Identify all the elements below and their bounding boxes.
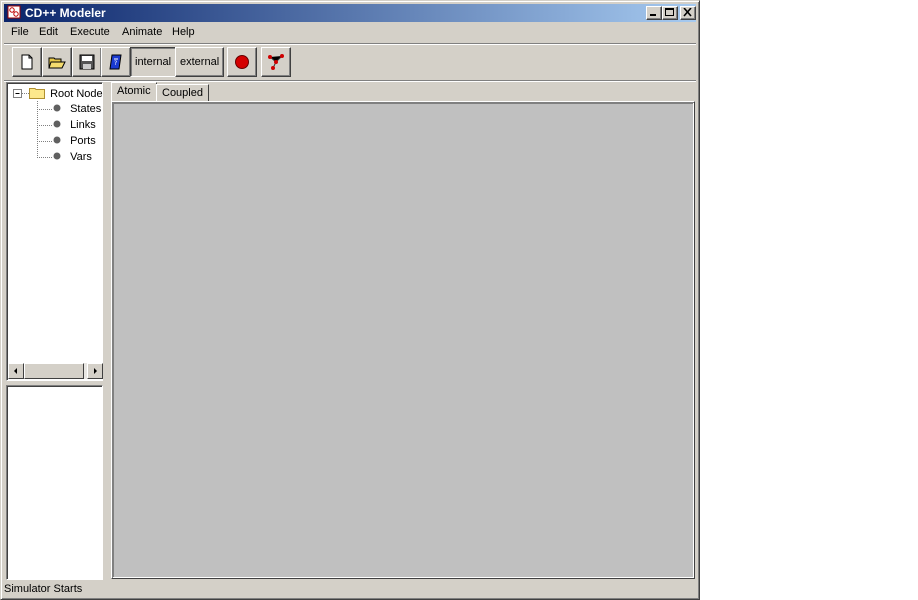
close-button[interactable] bbox=[680, 6, 696, 20]
svg-text:?: ? bbox=[114, 60, 117, 67]
blue-book-icon: ? bbox=[109, 54, 122, 70]
new-button[interactable] bbox=[12, 47, 42, 77]
left-panel: Root Node States Links Ports Vars bbox=[6, 82, 103, 580]
model-tree[interactable]: Root Node States Links Ports Vars bbox=[6, 82, 103, 381]
tree-root-label: Root Node bbox=[50, 88, 103, 100]
app-logo-icon bbox=[7, 5, 21, 19]
maximize-icon bbox=[665, 8, 674, 16]
tree-item-states[interactable]: States bbox=[53, 103, 101, 115]
toolbar-divider bbox=[4, 80, 696, 82]
menu-execute[interactable]: Execute bbox=[66, 26, 114, 38]
record-button[interactable] bbox=[227, 47, 257, 77]
open-folder-icon bbox=[48, 57, 66, 69]
bullet-icon bbox=[53, 104, 61, 112]
tree-item-label: Links bbox=[70, 119, 96, 131]
tab-atomic[interactable]: Atomic bbox=[111, 82, 157, 103]
bullet-icon bbox=[53, 152, 61, 160]
toolbar: ? internal external bbox=[4, 43, 696, 80]
minimize-button[interactable] bbox=[646, 6, 662, 20]
tree-horizontal-scrollbar[interactable] bbox=[8, 363, 103, 379]
arrow-right-icon bbox=[94, 368, 97, 374]
tree-item-label: Vars bbox=[70, 151, 92, 163]
new-file-icon bbox=[21, 54, 33, 70]
minimize-icon bbox=[650, 14, 656, 16]
save-disk-icon bbox=[79, 54, 95, 70]
tree-item-ports[interactable]: Ports bbox=[53, 135, 96, 147]
open-button[interactable] bbox=[42, 47, 72, 77]
tree-item-links[interactable]: Links bbox=[53, 119, 96, 131]
maximize-button[interactable] bbox=[662, 6, 678, 20]
tree-root-node[interactable]: Root Node bbox=[29, 86, 103, 100]
menu-animate[interactable]: Animate bbox=[118, 26, 166, 38]
tree-item-vars[interactable]: Vars bbox=[53, 151, 92, 163]
tree-item-label: States bbox=[70, 103, 102, 115]
scroll-left-button[interactable] bbox=[8, 363, 24, 379]
menu-bar: File Edit Execute Animate Help bbox=[4, 24, 696, 42]
bullet-icon bbox=[53, 120, 61, 128]
tree-item-label: Ports bbox=[70, 135, 96, 147]
folder-icon bbox=[29, 88, 45, 99]
red-circle-icon bbox=[235, 55, 249, 69]
book-button[interactable]: ? bbox=[101, 47, 131, 77]
arrow-left-icon bbox=[14, 368, 17, 374]
close-icon bbox=[683, 8, 692, 17]
model-canvas[interactable] bbox=[111, 101, 695, 579]
menu-file[interactable]: File bbox=[7, 26, 33, 38]
save-button[interactable] bbox=[72, 47, 102, 77]
link-graph-icon bbox=[268, 54, 284, 70]
app-window: CD++ Modeler File Edit Execute Animate H… bbox=[0, 0, 700, 600]
bullet-icon bbox=[53, 136, 61, 144]
properties-pane[interactable] bbox=[6, 385, 103, 580]
internal-toggle[interactable]: internal bbox=[130, 47, 177, 77]
link-button[interactable] bbox=[261, 47, 291, 77]
scroll-thumb[interactable] bbox=[24, 363, 84, 379]
scroll-right-button[interactable] bbox=[87, 363, 103, 379]
title-bar[interactable]: CD++ Modeler bbox=[4, 4, 696, 22]
window-title: CD++ Modeler bbox=[25, 6, 106, 20]
status-bar: Simulator Starts bbox=[4, 583, 83, 595]
menu-edit[interactable]: Edit bbox=[35, 26, 62, 38]
external-toggle[interactable]: external bbox=[175, 47, 225, 77]
menu-help[interactable]: Help bbox=[168, 26, 199, 38]
